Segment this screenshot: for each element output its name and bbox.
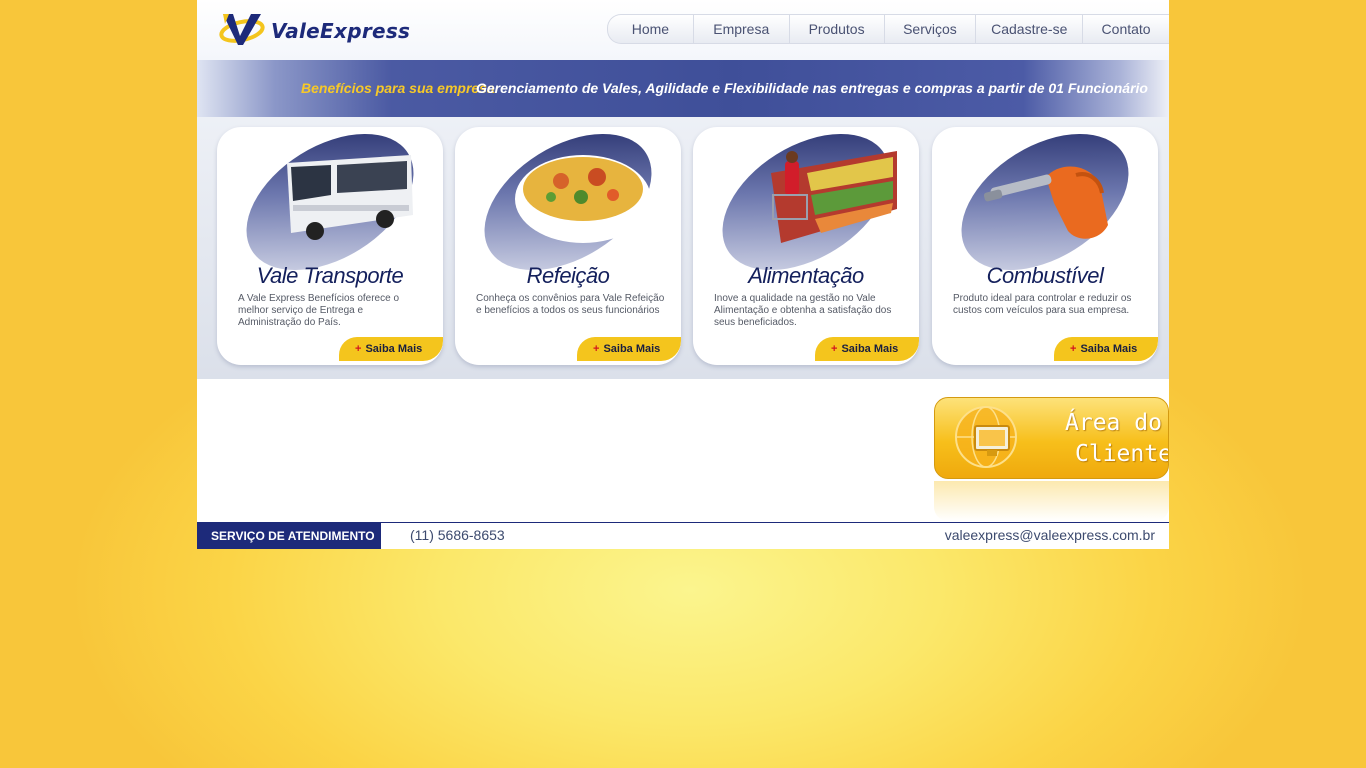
saiba-mais-button[interactable]: + Saiba Mais	[339, 337, 443, 361]
header: ValeExpress Home Empresa Produtos Serviç…	[197, 0, 1169, 60]
bus-image	[246, 133, 414, 271]
banner-tag: Benefícios para sua empresa	[301, 80, 495, 96]
nav-home[interactable]: Home	[608, 15, 694, 43]
fuel-nozzle-image	[961, 133, 1129, 271]
product-title: Combustível	[986, 263, 1104, 288]
product-description: A Vale Express Benefícios oferece o melh…	[238, 293, 400, 328]
banner-message: Gerenciamento de Vales, Agilidade e Flex…	[476, 80, 1148, 96]
nav-cadastre-se[interactable]: Cadastre-se	[976, 15, 1084, 43]
logo[interactable]: ValeExpress	[219, 12, 459, 48]
globe-monitor-icon	[955, 406, 1017, 468]
meal-bowl-image	[484, 133, 652, 271]
nav-empresa[interactable]: Empresa	[694, 15, 790, 43]
client-area-label-line2: Cliente	[1075, 441, 1169, 467]
client-area-button[interactable]: Área do Cliente	[934, 397, 1169, 479]
saiba-mais-button[interactable]: + Saiba Mais	[577, 337, 681, 361]
product-description: Conheça os convênios para Vale Refeição …	[476, 293, 665, 316]
products-section: Vale Transporte A Vale Express Benefício…	[197, 117, 1169, 379]
phone-number: (11) 5686-8653	[410, 527, 505, 543]
product-title: Alimentação	[748, 263, 864, 288]
product-title: Vale Transporte	[256, 263, 404, 288]
client-area-label-line1: Área do	[1065, 410, 1162, 436]
logo-text: ValeExpress	[271, 19, 411, 43]
nav-servicos[interactable]: Serviços	[885, 15, 977, 43]
plus-icon: +	[593, 343, 600, 355]
product-card-vale-transporte: Vale Transporte A Vale Express Benefício…	[217, 127, 443, 365]
main-nav: Home Empresa Produtos Serviços Cadastre-…	[607, 14, 1169, 44]
product-title: Refeição	[526, 263, 610, 288]
benefits-banner: Benefícios para sua empresa Gerenciament…	[197, 60, 1169, 117]
nav-produtos[interactable]: Produtos	[790, 15, 885, 43]
supermarket-image	[722, 133, 897, 271]
valeexpress-logo-icon	[219, 14, 265, 45]
site-container: ValeExpress Home Empresa Produtos Serviç…	[197, 0, 1169, 549]
product-card-alimentacao: Alimentação Inove a qualidade na gestão …	[693, 127, 919, 365]
plus-icon: +	[831, 343, 838, 355]
email-link[interactable]: valeexpress@valeexpress.com.br	[945, 527, 1155, 543]
nav-contato[interactable]: Contato	[1083, 15, 1169, 43]
client-area-reflection	[934, 481, 1169, 521]
footer: SERVIÇO DE ATENDIMENTO (11) 5686-8653 va…	[197, 522, 1169, 549]
saiba-mais-button[interactable]: + Saiba Mais	[815, 337, 919, 361]
product-description: Produto ideal para controlar e reduzir o…	[953, 293, 1132, 316]
product-card-combustivel: Combustível Produto ideal para controlar…	[932, 127, 1158, 365]
saiba-mais-button[interactable]: + Saiba Mais	[1054, 337, 1158, 361]
plus-icon: +	[1070, 343, 1077, 355]
product-description: Inove a qualidade na gestão no Vale Alim…	[714, 293, 892, 328]
service-label: SERVIÇO DE ATENDIMENTO	[197, 523, 381, 549]
product-card-refeicao: Refeição Conheça os convênios para Vale …	[455, 127, 681, 365]
plus-icon: +	[355, 343, 362, 355]
